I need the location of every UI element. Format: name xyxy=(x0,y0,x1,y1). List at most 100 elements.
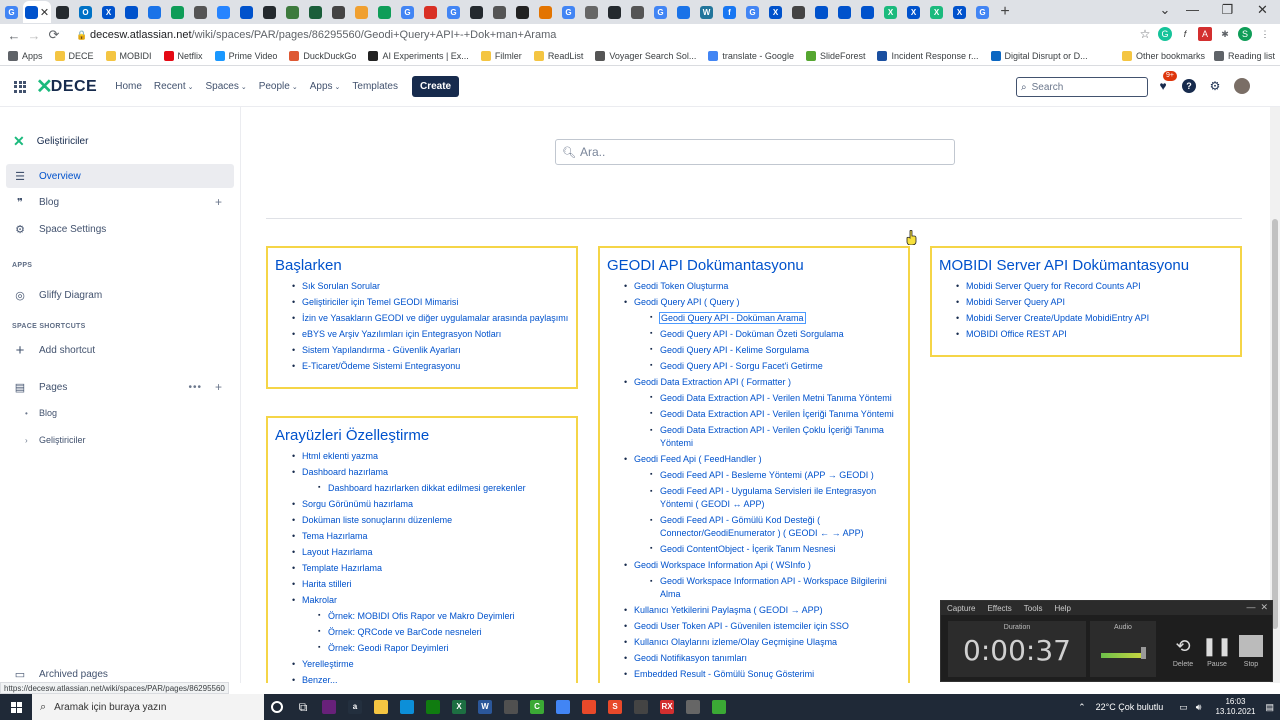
taskbar-app[interactable] xyxy=(550,694,576,720)
nav-item[interactable]: Spaces ⌄ xyxy=(205,81,246,92)
bookmark[interactable]: DuckDuckGo xyxy=(289,50,356,61)
doc-link[interactable]: Geodi Query API ( Query ) xyxy=(600,294,908,310)
bookmark[interactable]: Digital Disrupt or D... xyxy=(990,50,1088,61)
browser-tab[interactable] xyxy=(534,1,557,23)
browser-tab[interactable] xyxy=(120,1,143,23)
bookmark[interactable]: Netflix xyxy=(163,50,203,61)
taskbar-app[interactable]: RX xyxy=(654,694,680,720)
browser-tab[interactable]: X xyxy=(902,1,925,23)
bookmark[interactable]: SlideForest xyxy=(805,50,865,61)
bookmark[interactable]: Apps xyxy=(8,50,43,61)
browser-tab[interactable] xyxy=(856,1,879,23)
clock[interactable]: 16:03 13.10.2021 xyxy=(1215,697,1255,717)
browser-tab[interactable] xyxy=(603,1,626,23)
close-tab-icon[interactable]: ✕ xyxy=(40,6,49,19)
restore-icon[interactable]: ❐ xyxy=(1210,0,1245,22)
doc-link[interactable]: Geodi Query API - Sorgu Facet'i Getirme xyxy=(600,358,908,374)
doc-link[interactable]: Layout Hazırlama xyxy=(268,544,576,560)
page-search-input[interactable]: 🔍︎ Ara.. xyxy=(555,139,955,165)
bookmark[interactable]: translate - Google xyxy=(708,50,794,61)
settings-gear-icon[interactable]: ⚙ xyxy=(1208,79,1222,93)
browser-tab[interactable]: X xyxy=(764,1,787,23)
taskbar-app[interactable]: S xyxy=(602,694,628,720)
doc-link[interactable]: Geodi Data Extraction API - Verilen İçer… xyxy=(600,406,908,422)
browser-tab[interactable] xyxy=(465,1,488,23)
bookmark[interactable]: DECE xyxy=(54,50,94,61)
browser-tab[interactable] xyxy=(235,1,258,23)
dece-logo[interactable]: ✕ DECE xyxy=(36,74,97,99)
doc-link[interactable]: Html eklenti yazma xyxy=(268,448,576,464)
weather-widget[interactable]: 22°C Çok bulutlu xyxy=(1096,702,1164,712)
create-button[interactable]: Create xyxy=(411,76,460,97)
function-icon[interactable]: f xyxy=(1178,27,1192,41)
doc-link[interactable]: Geodi Feed API - Gömülü Kod Desteği ( Co… xyxy=(600,512,908,541)
menu-icon[interactable]: ⋮ xyxy=(1258,27,1272,41)
browser-tab[interactable]: G xyxy=(0,1,23,23)
browser-tab[interactable] xyxy=(189,1,212,23)
bookmark[interactable]: Incident Response r... xyxy=(877,50,979,61)
doc-link[interactable]: Geodi ContentObject - İçerik Tanım Nesne… xyxy=(600,541,908,557)
doc-link[interactable]: Doküman liste sonuçlarını düzenleme xyxy=(268,512,576,528)
doc-link[interactable]: Dashboard hazırlama xyxy=(268,464,576,480)
bookmark[interactable]: Prime Video xyxy=(214,50,277,61)
nav-item[interactable]: Home xyxy=(115,81,142,92)
sidebar-item-blog[interactable]: ❞ Blog + xyxy=(6,190,234,214)
doc-link[interactable]: Kullanıcı Olaylarını izleme/Olay Geçmişi… xyxy=(600,634,908,650)
nav-item[interactable]: Templates xyxy=(352,81,398,92)
star-icon[interactable]: ☆ xyxy=(1138,27,1152,41)
doc-link[interactable]: Tema Hazırlama xyxy=(268,528,576,544)
browser-tab[interactable] xyxy=(833,1,856,23)
browser-tab[interactable]: X xyxy=(948,1,971,23)
browser-tab[interactable] xyxy=(350,1,373,23)
browser-tab[interactable]: X xyxy=(97,1,120,23)
chevron-up-icon[interactable]: ⌃ xyxy=(1078,702,1086,713)
doc-link[interactable]: Makrolar xyxy=(268,592,576,608)
browser-tab[interactable]: G xyxy=(396,1,419,23)
taskbar-app[interactable] xyxy=(498,694,524,720)
profile-icon[interactable]: S xyxy=(1238,27,1252,41)
taskbar-app[interactable]: a xyxy=(342,694,368,720)
doc-link[interactable]: E-Ticaret/Ödeme Sistemi Entegrasyonu xyxy=(268,358,576,374)
page-scrollbar[interactable] xyxy=(1270,107,1280,683)
browser-tab[interactable]: X xyxy=(925,1,948,23)
doc-link[interactable]: eBYS ve Arşiv Yazılımları için Entegrasy… xyxy=(268,326,576,342)
doc-link[interactable]: Geodi Workspace Information Api ( WSInfo… xyxy=(600,557,908,573)
browser-tab[interactable]: G xyxy=(649,1,672,23)
chevron-right-icon[interactable]: › xyxy=(25,436,39,445)
capture-menu-item[interactable]: Tools xyxy=(1024,604,1043,613)
browser-tab[interactable]: ✕ xyxy=(23,1,51,23)
browser-tab[interactable]: G xyxy=(557,1,580,23)
doc-link[interactable]: Geodi Data Extraction API ( Formatter ) xyxy=(600,374,908,390)
capture-menu-item[interactable]: Effects xyxy=(987,604,1011,613)
delete-button[interactable]: ⟲ Delete xyxy=(1165,631,1201,668)
doc-link[interactable]: Geodi Feed Api ( FeedHandler ) xyxy=(600,451,908,467)
doc-link[interactable]: Dashboard hazırlarken dikkat edilmesi ge… xyxy=(268,480,576,496)
volume-icon[interactable]: 🔊︎ xyxy=(1196,702,1202,713)
reload-icon[interactable]: ⟳ xyxy=(44,27,64,43)
page-tree-gelistiriciler[interactable]: › Geliştiriciler xyxy=(25,435,86,445)
doc-link[interactable]: Benzer... xyxy=(268,672,576,683)
taskbar-app[interactable] xyxy=(628,694,654,720)
browser-tab[interactable] xyxy=(810,1,833,23)
browser-tab[interactable] xyxy=(373,1,396,23)
taskbar-app[interactable] xyxy=(394,694,420,720)
other-bookmarks[interactable]: Other bookmarks xyxy=(1122,50,1205,61)
avatar[interactable] xyxy=(1234,78,1250,94)
capture-menu-item[interactable]: Help xyxy=(1054,604,1070,613)
doc-link[interactable]: Harita stilleri xyxy=(268,576,576,592)
browser-tab[interactable] xyxy=(511,1,534,23)
stop-button[interactable]: Stop xyxy=(1233,631,1269,668)
browser-tab[interactable] xyxy=(212,1,235,23)
doc-link[interactable]: Geodi Feed API - Besleme Yöntemi (APP → … xyxy=(600,467,908,483)
pause-button[interactable]: ❚❚ Pause xyxy=(1199,631,1235,668)
doc-link[interactable]: Geodi Query API - Kelime Sorgulama xyxy=(600,342,908,358)
doc-link[interactable]: Template ile arama sonucu gösterimi xyxy=(600,682,908,683)
browser-tab[interactable] xyxy=(488,1,511,23)
browser-tab[interactable] xyxy=(787,1,810,23)
sidebar-item-space-settings[interactable]: ⚙ Space Settings xyxy=(6,217,234,241)
bookmark[interactable]: AI Experiments | Ex... xyxy=(368,50,469,61)
doc-link[interactable]: Geodi Query API - Doküman Özeti Sorgulam… xyxy=(600,326,908,342)
task-view-icon[interactable]: ⧉ xyxy=(290,694,316,720)
doc-link[interactable]: Embedded Result - Gömülü Sonuç Gösterimi xyxy=(600,666,908,682)
sidebar-item-gliffy[interactable]: ◎ Gliffy Diagram xyxy=(6,283,234,307)
